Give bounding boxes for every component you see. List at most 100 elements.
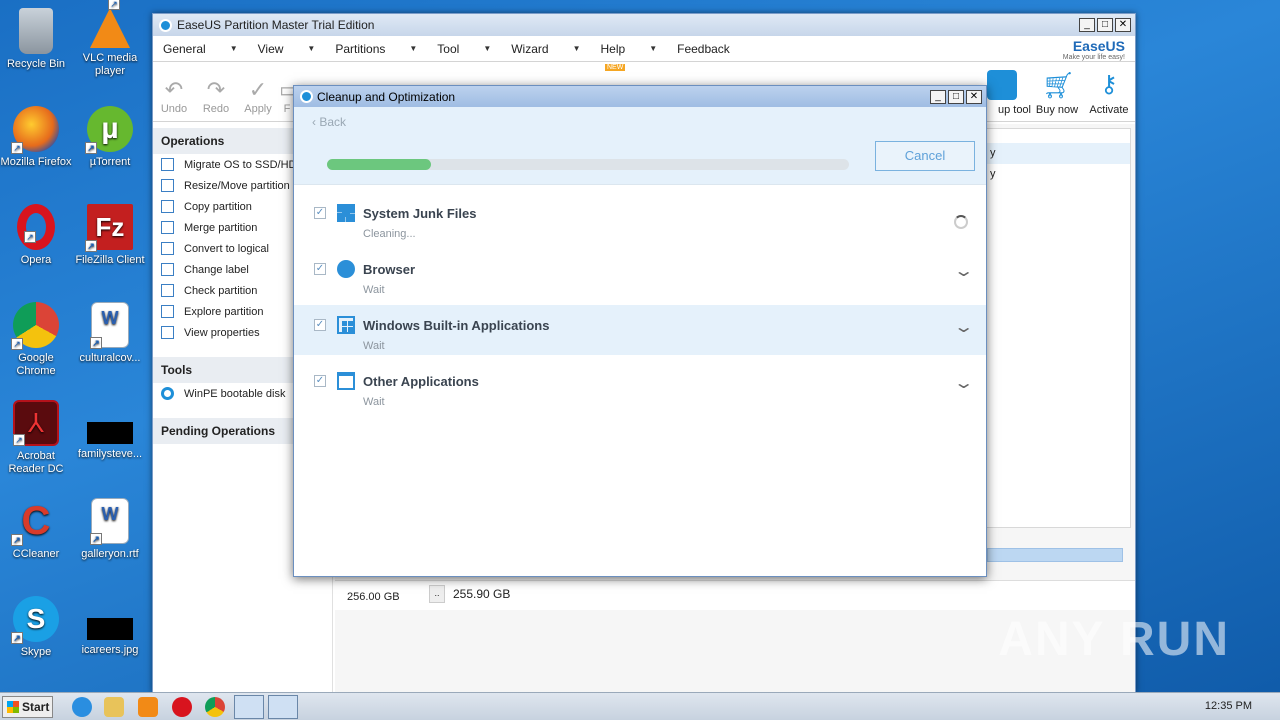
convert-icon xyxy=(161,242,174,255)
cleanup-progress-bar xyxy=(327,159,849,170)
desktop-icon-firefox[interactable]: ↗ Mozilla Firefox xyxy=(0,106,72,169)
ie-icon[interactable] xyxy=(72,697,92,717)
main-window-titlebar[interactable]: EaseUS Partition Master Trial Edition _ … xyxy=(153,14,1135,36)
backup-tool-icon xyxy=(987,70,1017,100)
start-button[interactable]: Start xyxy=(2,696,53,718)
cancel-button[interactable]: Cancel xyxy=(875,141,975,171)
desktop-icon-label: galleryon.rtf xyxy=(81,548,139,560)
media-player-icon[interactable] xyxy=(138,697,158,717)
desktop-icon-label: µTorrent xyxy=(89,156,131,168)
apply-button[interactable]: ✓ Apply xyxy=(237,77,279,121)
desktop-icon-ccleaner[interactable]: C ↗ CCleaner xyxy=(0,498,72,561)
partition-row[interactable]: y xyxy=(986,143,1130,164)
task-checkbox[interactable]: ✓ xyxy=(314,207,326,219)
menu-help[interactable]: Help ▼ xyxy=(591,42,668,56)
filezilla-icon: Fz ↗ xyxy=(85,204,133,252)
desktop-icon-familysteve[interactable]: familysteve... xyxy=(74,400,146,461)
opera-icon: ↗ xyxy=(17,204,55,250)
dialog-title: Cleanup and Optimization xyxy=(317,89,456,104)
task-status: Wait xyxy=(363,396,385,408)
task-other-apps[interactable]: ✓ Other Applications Wait ⌄ xyxy=(294,361,986,411)
close-button[interactable]: ✕ xyxy=(1115,18,1131,32)
cart-icon: 🛒︎ xyxy=(1042,70,1076,100)
word-doc-icon: W ↗ xyxy=(90,498,129,545)
opera-taskbar-icon[interactable] xyxy=(172,697,192,717)
ccleaner-icon: C ↗ xyxy=(11,498,59,546)
copy-icon xyxy=(161,200,174,213)
cleanup-dialog: Cleanup and Optimization _ □ ✕ ‹ Back Ca… xyxy=(293,85,987,577)
minimize-button[interactable]: _ xyxy=(930,89,946,104)
dialog-window-controls: _ □ ✕ xyxy=(930,89,982,104)
system-tray[interactable] xyxy=(1114,698,1184,716)
easeus-taskbar-button[interactable] xyxy=(234,695,264,719)
firefox-icon: ↗ xyxy=(11,106,59,154)
chevron-down-icon[interactable]: ⌄ xyxy=(953,261,974,281)
merge-icon xyxy=(161,221,174,234)
partition-bar[interactable] xyxy=(987,548,1123,562)
task-checkbox[interactable]: ✓ xyxy=(314,319,326,331)
desktop-icon-acrobat[interactable]: ⅄ ↗ Acrobat Reader DC xyxy=(0,400,72,476)
partition-size: 255.90 GB xyxy=(453,587,511,601)
globe-icon xyxy=(337,260,355,278)
desktop-icon-chrome[interactable]: ↗ Google Chrome xyxy=(0,302,72,378)
task-system-junk[interactable]: ✓ System Junk Files Cleaning... xyxy=(294,193,986,243)
skype-icon: S ↗ xyxy=(11,596,59,644)
chevron-left-icon: ‹ xyxy=(312,115,316,129)
activate-button[interactable]: ⚷ Activate xyxy=(1083,70,1135,120)
menu-wizard[interactable]: Wizard ▼ xyxy=(501,42,590,56)
task-name: Other Applications xyxy=(363,374,479,389)
desktop-icon-recycle-bin[interactable]: Recycle Bin xyxy=(0,8,72,71)
chevron-down-icon: ▼ xyxy=(572,44,581,53)
partition-list-panel: y y xyxy=(985,128,1131,528)
chevron-down-icon[interactable]: ⌄ xyxy=(953,317,974,337)
menu-view[interactable]: View ▼ xyxy=(248,42,326,56)
task-checkbox[interactable]: ✓ xyxy=(314,375,326,387)
disk-marker: .. xyxy=(429,585,445,603)
desktop-icon-label: Recycle Bin xyxy=(6,58,66,70)
desktop-icon-culturalcov[interactable]: W ↗ culturalcov... xyxy=(74,302,146,365)
desktop-icon-label: Mozilla Firefox xyxy=(0,156,72,168)
task-name: Windows Built-in Applications xyxy=(363,318,550,333)
resize-icon xyxy=(161,179,174,192)
task-name: Browser xyxy=(363,262,416,277)
desktop-icon-icareers[interactable]: icareers.jpg xyxy=(74,596,146,657)
desktop-icon-opera[interactable]: ↗ Opera xyxy=(0,204,72,267)
task-windows-builtin[interactable]: ✓ Windows Built-in Applications Wait ⌄ xyxy=(294,305,986,355)
menu-tool[interactable]: Tool ▼ xyxy=(427,42,501,56)
disk-row[interactable]: 256.00 GB .. 255.90 GB xyxy=(335,580,1135,610)
desktop-icon-galleryon[interactable]: W ↗ galleryon.rtf xyxy=(74,498,146,561)
vlc-icon: ↗ xyxy=(90,0,130,48)
chevron-down-icon[interactable]: ⌄ xyxy=(953,373,974,393)
undo-button[interactable]: ↶ Undo xyxy=(153,77,195,121)
redo-button[interactable]: ↷ Redo xyxy=(195,77,237,121)
dialog-titlebar[interactable]: Cleanup and Optimization _ □ ✕ xyxy=(294,86,986,107)
windows-app-icon xyxy=(337,316,355,334)
desktop-icon-filezilla[interactable]: Fz ↗ FileZilla Client xyxy=(74,204,146,267)
easeus-app-icon xyxy=(159,18,172,32)
back-button[interactable]: ‹ Back xyxy=(312,115,346,129)
menu-general[interactable]: General ▼ xyxy=(153,42,248,56)
anyrun-watermark: ANY RUN xyxy=(998,613,1230,666)
easeus-app-icon xyxy=(300,90,313,103)
taskbar: Start 12:35 PM xyxy=(0,692,1280,720)
clock[interactable]: 12:35 PM xyxy=(1205,700,1252,712)
close-button[interactable]: ✕ xyxy=(966,89,982,104)
utorrent-icon: µ ↗ xyxy=(85,106,133,154)
partition-row[interactable]: y xyxy=(986,164,1130,185)
menu-partitions[interactable]: Partitions ▼ xyxy=(325,42,427,56)
word-doc-icon: W ↗ xyxy=(90,302,129,349)
chrome-taskbar-icon[interactable] xyxy=(205,697,225,717)
menu-feedback[interactable]: Feedback xyxy=(667,42,740,56)
task-browser[interactable]: ✓ Browser Wait ⌄ xyxy=(294,249,986,299)
buy-now-button[interactable]: 🛒︎ Buy now xyxy=(1031,70,1083,120)
explorer-icon[interactable] xyxy=(104,697,124,717)
maximize-button[interactable]: □ xyxy=(1097,18,1113,32)
desktop-icon-skype[interactable]: S ↗ Skype xyxy=(0,596,72,659)
task-checkbox[interactable]: ✓ xyxy=(314,263,326,275)
undo-icon: ↶ xyxy=(164,77,184,102)
minimize-button[interactable]: _ xyxy=(1079,18,1095,32)
desktop-icon-utorrent[interactable]: µ ↗ µTorrent xyxy=(74,106,146,169)
cleanup-taskbar-button[interactable] xyxy=(268,695,298,719)
maximize-button[interactable]: □ xyxy=(948,89,964,104)
desktop-icon-vlc[interactable]: ↗ VLC media player xyxy=(74,0,146,78)
